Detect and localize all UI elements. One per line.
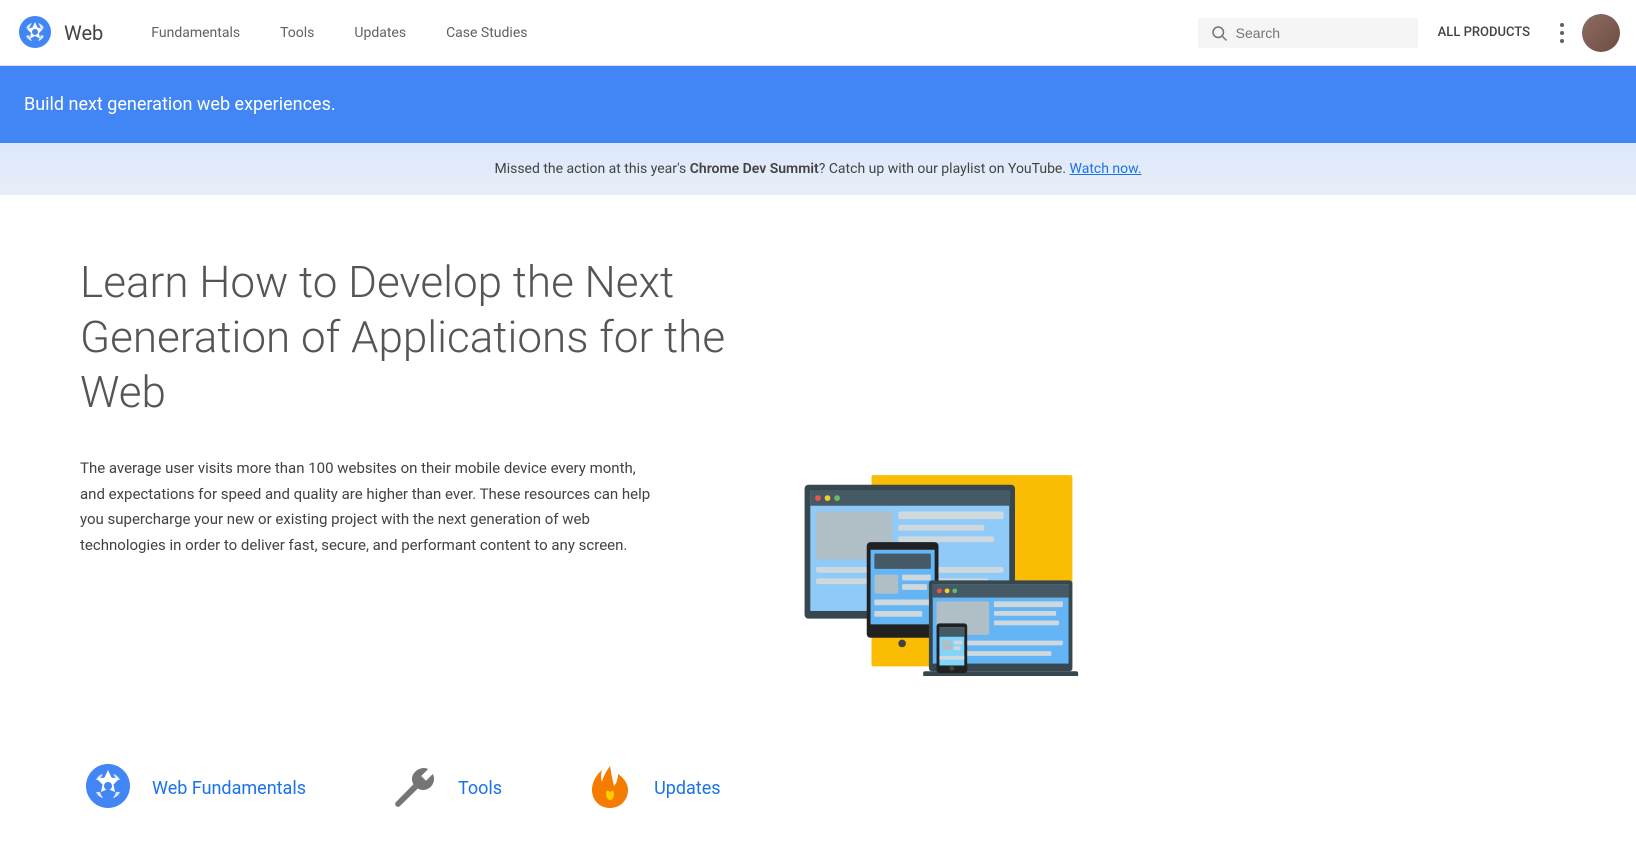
main-content: Learn How to Develop the Next Generation…	[0, 195, 1400, 720]
nav-link-updates[interactable]: Updates	[338, 17, 422, 49]
bottom-item-web-fundamentals[interactable]: Web Fundamentals	[80, 760, 306, 816]
tools-label: Tools	[458, 778, 502, 799]
tools-icon	[386, 760, 442, 816]
nav-link-fundamentals[interactable]: Fundamentals	[135, 17, 256, 49]
announcement-prefix: Missed the action at this year's	[494, 161, 689, 177]
updates-label: Updates	[654, 778, 720, 799]
site-title: Web	[64, 21, 103, 45]
avatar[interactable]	[1582, 14, 1620, 52]
content-text: The average user visits more than 100 we…	[80, 456, 660, 558]
nav-link-tools[interactable]: Tools	[264, 17, 330, 49]
search-icon	[1210, 24, 1228, 42]
content-illustration	[720, 456, 1090, 680]
web-fundamentals-label: Web Fundamentals	[152, 778, 306, 799]
hero-banner: Build next generation web experiences.	[0, 66, 1636, 143]
devices-illustration	[720, 456, 1090, 676]
content-row: The average user visits more than 100 we…	[80, 456, 1320, 680]
all-products-button[interactable]: ALL PRODUCTS	[1426, 17, 1542, 48]
web-fundamentals-icon	[80, 760, 136, 816]
nav-links: Fundamentals Tools Updates Case Studies	[135, 17, 1197, 49]
nav-logo[interactable]: Web	[16, 14, 103, 52]
nav-link-case-studies[interactable]: Case Studies	[430, 17, 543, 49]
search-container[interactable]	[1198, 18, 1418, 48]
main-heading: Learn How to Develop the Next Generation…	[80, 255, 780, 420]
content-paragraph: The average user visits more than 100 we…	[80, 456, 660, 558]
bottom-item-updates[interactable]: Updates	[582, 760, 720, 816]
more-options-icon[interactable]	[1550, 21, 1574, 45]
announcement-bold: Chrome Dev Summit	[690, 161, 819, 177]
search-input[interactable]	[1236, 25, 1396, 41]
bottom-section: Web Fundamentals Tools Updates	[0, 720, 1636, 816]
web-logo-icon	[16, 14, 54, 52]
announcement-middle: ? Catch up with our playlist on YouTube.	[819, 161, 1070, 177]
watch-now-link[interactable]: Watch now.	[1070, 161, 1142, 177]
bottom-item-tools[interactable]: Tools	[386, 760, 502, 816]
nav-right: ALL PRODUCTS	[1198, 14, 1620, 52]
avatar-image	[1582, 14, 1620, 52]
updates-icon	[582, 760, 638, 816]
hero-banner-text: Build next generation web experiences.	[24, 94, 336, 115]
announcement-bar: Missed the action at this year's Chrome …	[0, 143, 1636, 195]
navbar: Web Fundamentals Tools Updates Case Stud…	[0, 0, 1636, 66]
announcement-text: Missed the action at this year's Chrome …	[494, 161, 1141, 177]
